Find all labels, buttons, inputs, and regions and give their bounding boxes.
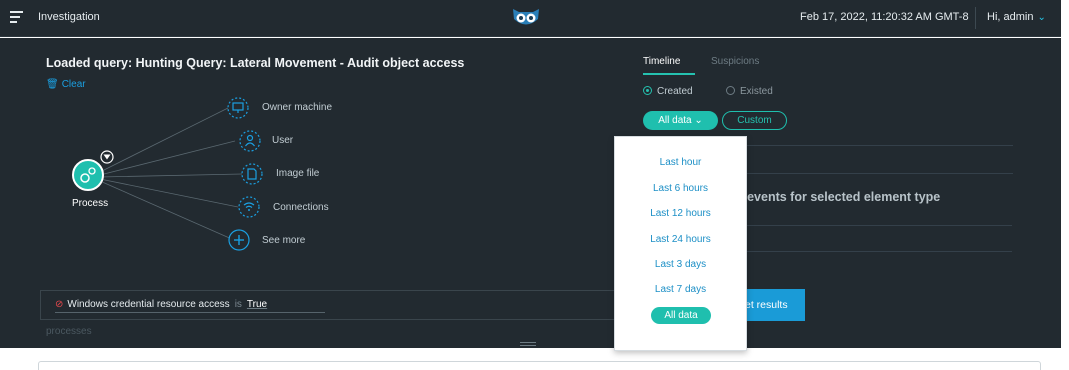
filter-operator: is bbox=[234, 299, 242, 310]
radio-existed-label: Existed bbox=[740, 86, 773, 97]
not-allowed-icon: ⊘ bbox=[55, 299, 64, 310]
investigation-panel: Loaded query: Hunting Query: Lateral Mov… bbox=[0, 38, 1061, 348]
dropdown-option-last-24-hours[interactable]: Last 24 hours bbox=[615, 234, 746, 245]
filter-field: Windows credential resource access bbox=[67, 299, 230, 310]
user-greeting: Hi, admin bbox=[987, 11, 1034, 23]
monitor-icon[interactable] bbox=[227, 97, 249, 119]
wifi-icon[interactable] bbox=[238, 196, 260, 218]
user-icon[interactable] bbox=[239, 130, 261, 152]
filter-icon bbox=[100, 150, 114, 164]
dropdown-option-all-data[interactable]: All data bbox=[651, 307, 711, 324]
radio-checked-icon bbox=[643, 86, 652, 95]
plus-icon[interactable] bbox=[228, 229, 250, 251]
node-label-connections[interactable]: Connections bbox=[273, 202, 329, 213]
filter-bar[interactable]: ⊘ Windows credential resource access is Tru… bbox=[40, 290, 645, 320]
app-title: Investigation bbox=[38, 11, 100, 23]
chevron-down-icon: ⌄ bbox=[1037, 12, 1046, 23]
process-node[interactable] bbox=[72, 159, 104, 191]
top-bar: Investigation Feb 17, 2022, 11:20:32 AM … bbox=[0, 0, 1061, 37]
node-label-owner-machine[interactable]: Owner machine bbox=[262, 102, 332, 113]
file-icon[interactable] bbox=[241, 163, 263, 185]
time-range-dropdown-button[interactable]: All data ⌄ bbox=[643, 111, 718, 130]
dropdown-option-last-12-hours[interactable]: Last 12 hours bbox=[615, 208, 746, 219]
filter-underline bbox=[55, 312, 325, 313]
filter-value: True bbox=[246, 299, 268, 310]
node-label-user[interactable]: User bbox=[272, 135, 293, 146]
dropdown-option-last-hour[interactable]: Last hour bbox=[615, 157, 746, 168]
empty-state-message: o events for selected element type bbox=[736, 190, 941, 204]
custom-range-button[interactable]: Custom bbox=[722, 111, 787, 130]
active-tab-indicator bbox=[643, 73, 695, 75]
node-label-image-file[interactable]: Image file bbox=[276, 168, 319, 179]
chevron-down-icon: ⌄ bbox=[694, 115, 703, 126]
current-datetime: Feb 17, 2022, 11:20:32 AM GMT-8 bbox=[800, 11, 969, 23]
radio-existed[interactable]: Existed bbox=[726, 86, 773, 97]
query-graph bbox=[72, 97, 263, 251]
node-label-see-more[interactable]: See more bbox=[262, 235, 305, 246]
tab-timeline[interactable]: Timeline bbox=[643, 56, 680, 67]
dropdown-option-last-3-days[interactable]: Last 3 days bbox=[615, 259, 746, 270]
radio-unchecked-icon bbox=[726, 86, 735, 95]
resize-handle[interactable] bbox=[520, 342, 536, 346]
owl-logo bbox=[513, 9, 539, 25]
get-results-button[interactable]: et results bbox=[737, 289, 805, 321]
radio-created-label: Created bbox=[657, 86, 693, 97]
time-range-label: All data bbox=[658, 115, 692, 126]
divider bbox=[975, 7, 976, 29]
dropdown-option-last-7-days[interactable]: Last 7 days bbox=[615, 284, 746, 295]
dropdown-option-last-6-hours[interactable]: Last 6 hours bbox=[615, 183, 746, 194]
user-menu[interactable]: Hi, admin ⌄ bbox=[987, 11, 1046, 23]
process-node-label: Process bbox=[72, 198, 109, 209]
processes-label: processes bbox=[46, 326, 92, 337]
results-panel bbox=[38, 361, 1041, 370]
divider bbox=[740, 251, 1012, 252]
hamburger-icon[interactable] bbox=[10, 11, 23, 23]
tab-suspicions[interactable]: Suspicions bbox=[711, 56, 759, 67]
radio-created[interactable]: Created bbox=[643, 86, 693, 97]
filter-condition[interactable]: ⊘ Windows credential resource access is Tru… bbox=[55, 299, 267, 310]
divider bbox=[740, 225, 1012, 226]
time-range-dropdown: Last hour Last 6 hours Last 12 hours Las… bbox=[614, 136, 747, 351]
